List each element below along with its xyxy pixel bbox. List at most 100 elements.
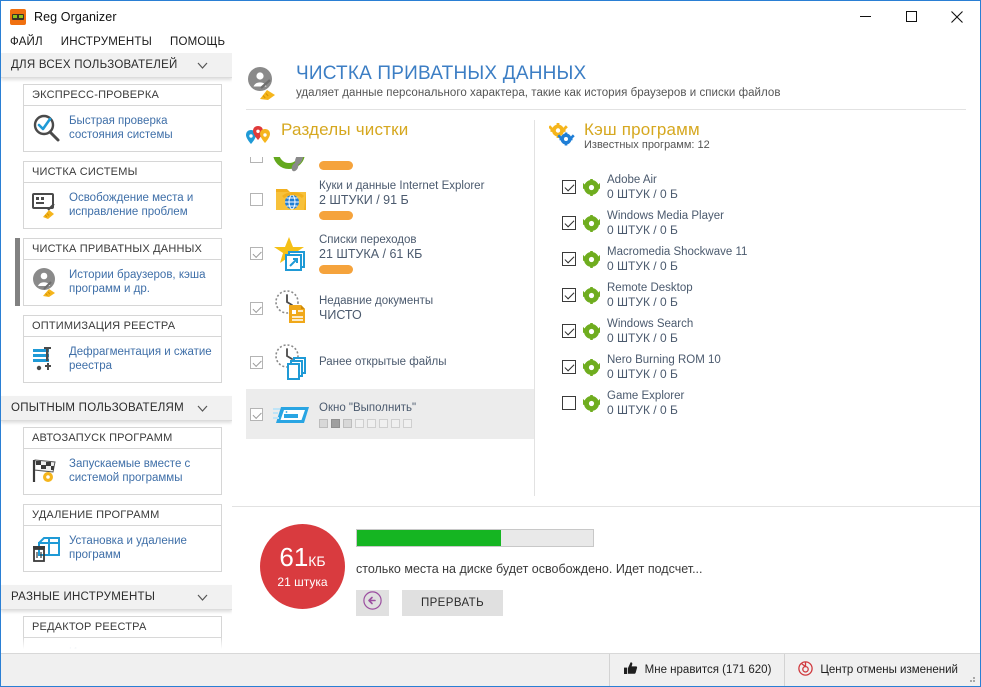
list-item[interactable]: Ранее открытые файлы [246,335,548,389]
cache-list[interactable]: Adobe Air 0 ШТУК / 0 Б Windows Media Pla… [549,169,980,509]
list-item-name: Adobe Air [607,173,657,186]
sidebar-item-express-check[interactable]: ЭКСПРЕСС-ПРОВЕРКА Быстрая проверка состо… [23,84,222,152]
menu-item-help[interactable]: ПОМОЩЬ [161,32,234,53]
list-item-name: Remote Desktop [607,281,693,294]
sidebar-item-title: РЕДАКТОР РЕЕСТРА [24,617,221,638]
abort-button[interactable]: ПРЕРВАТЬ [402,590,503,616]
checkbox[interactable] [562,180,576,194]
checkbox[interactable] [250,157,263,163]
list-item[interactable]: Game Explorer 0 ШТУК / 0 Б [562,385,980,421]
list-item[interactable]: Windows Search 0 ШТУК / 0 Б [562,313,980,349]
list-item[interactable]: Списки переходов 21 ШТУКА / 61 КБ [246,225,548,281]
sidebar-item-label: Быстрая проверка состояния системы [69,115,173,141]
sidebar-item-privacy-cleanup[interactable]: ЧИСТКА ПРИВАТНЫХ ДАННЫХ Истории браузеро… [15,238,222,306]
gear-green-icon [579,214,604,232]
list-item[interactable]: Недавние документы ЧИСТО [246,281,548,335]
list-item-name: Windows Media Player [607,209,724,222]
sidebar-item-label: Установка и удаление программ [69,535,187,561]
like-label: Мне нравится (171 620) [644,664,772,676]
run-dialog-icon [273,395,311,433]
checkbox[interactable] [250,192,263,206]
gears-icon [548,123,575,147]
checkbox[interactable] [562,288,576,302]
sidebar-fade [1,637,232,653]
checkbox[interactable] [562,216,576,230]
sidebar-item-autostart[interactable]: АВТОЗАПУСК ПРОГРАММ Запускаемые вместе с… [23,427,222,495]
cache-panel-header: Кэш программ Известных программ: 12 [548,120,980,151]
sidebar-item-uninstall-programs[interactable]: УДАЛЕНИЕ ПРОГРАММ Установка и удаление п… [23,504,222,572]
title-bar: Reg Organizer [1,1,980,32]
list-item[interactable]: 6 ШТУК / 464 КБ [246,157,548,173]
checkbox[interactable] [250,246,263,260]
magnifier-check-icon [31,113,61,143]
list-item[interactable]: Macromedia Shockwave 11 0 ШТУК / 0 Б [562,241,980,277]
sections-list[interactable]: 6 ШТУК / 464 КБ [246,157,548,502]
undo-center-button[interactable]: Центр отмены изменений [784,654,980,686]
sidebar-group-advanced-users[interactable]: ОПЫТНЫМ ПОЛЬЗОВАТЕЛЯМ [1,396,232,421]
list-item-name: Ранее открытые файлы [319,356,447,368]
list-item-name: Game Explorer [607,389,685,402]
gear-green-icon [579,286,604,304]
checkbox[interactable] [562,396,576,410]
busy-indicator [319,418,416,428]
sidebar-group-all-users[interactable]: ДЛЯ ВСЕХ ПОЛЬЗОВАТЕЛЕЙ [1,53,232,78]
undo-center-label: Центр отмены изменений [820,664,958,676]
freed-space-unit: КБ [308,553,326,569]
menu-bar: ФАЙЛ ИНСТРУМЕНТЫ ПОМОЩЬ [1,32,980,53]
gear-green-icon [579,178,604,196]
sidebar-item-registry-optimization[interactable]: ОПТИМИЗАЦИЯ РЕЕСТРА Дефрагментация и сжа… [23,315,222,383]
list-item[interactable]: Окно "Выполнить" [246,389,534,439]
menu-item-tools[interactable]: ИНСТРУМЕНТЫ [52,32,161,53]
list-item[interactable]: Adobe Air 0 ШТУК / 0 Б [562,169,980,205]
sidebar-group-label: РАЗНЫЕ ИНСТРУМЕНТЫ [11,591,156,603]
sidebar-item-system-cleanup[interactable]: ЧИСТКА СИСТЕМЫ Освобождение места и испр… [23,161,222,229]
list-item[interactable]: Remote Desktop 0 ШТУК / 0 Б [562,277,980,313]
list-item[interactable]: Nero Burning ROM 10 0 ШТУК / 0 Б [562,349,980,385]
app-window: Reg Organizer ФАЙЛ ИНСТРУМЕНТЫ ПОМОЩЬ ДЛ… [0,0,981,687]
checkbox[interactable] [562,360,576,374]
gear-green-icon [579,250,604,268]
list-item-meta: 21 ШТУКА / 61 КБ [319,246,423,261]
sidebar-group-body-advanced: АВТОЗАПУСК ПРОГРАММ Запускаемые вместе с… [1,421,232,585]
like-button[interactable]: Мне нравится (171 620) [608,654,785,686]
list-item-meta: 6 ШТУК / 464 КБ [319,157,414,158]
checkbox[interactable] [250,301,263,315]
sidebar-group-misc-tools[interactable]: РАЗНЫЕ ИНСТРУМЕНТЫ [1,585,232,610]
maximize-icon[interactable] [888,1,934,32]
list-item-meta: 2 ШТУКИ / 91 Б [319,192,409,207]
ie-folder-icon [273,180,311,218]
sidebar-item-label: Освобождение места и исправление проблем [69,192,194,218]
list-item[interactable]: Windows Media Player 0 ШТУК / 0 Б [562,205,980,241]
gear-green-icon [579,322,604,340]
status-pill [319,160,353,170]
list-item-meta: 0 ШТУК / 0 Б [607,366,678,381]
back-button[interactable] [356,590,389,616]
checkbox[interactable] [250,407,263,421]
menu-item-file[interactable]: ФАЙЛ [1,32,52,53]
checkbox[interactable] [562,324,576,338]
checkbox[interactable] [250,355,263,369]
map-pins-icon [246,123,272,147]
panels: Разделы чистки Куки и данные Internet Ex… [232,110,980,502]
status-bar: Мне нравится (171 620) Центр отмены изме… [1,653,980,686]
status-pill [319,264,353,274]
list-item-meta: 0 ШТУК / 0 Б [607,222,678,237]
undo-center-icon [798,661,814,679]
status-bar-filler [1,654,609,686]
action-bar: 61КБ 21 штука столько места на диске буд… [232,506,980,653]
checkbox[interactable] [562,252,576,266]
list-item-name: Недавние документы [319,294,434,307]
list-item[interactable]: Куки и данные Internet Explorer 2 ШТУКИ … [246,173,548,225]
cache-panel-subtitle: Известных программ: 12 [584,139,710,151]
monitor-broom-icon [31,190,61,220]
sidebar-item-title: ЧИСТКА ПРИВАТНЫХ ДАННЫХ [24,239,221,260]
close-icon[interactable] [934,1,980,32]
sections-panel-title: Разделы чистки [281,120,409,139]
chevron-down-icon [197,403,208,414]
sidebar: ДЛЯ ВСЕХ ПОЛЬЗОВАТЕЛЕЙ ЭКСПРЕСС-ПРОВЕРКА [1,53,232,653]
sidebar-group-body-all-users: ЭКСПРЕСС-ПРОВЕРКА Быстрая проверка состо… [1,78,232,396]
chrome-broom-icon [273,157,311,175]
resize-grip[interactable] [966,673,976,683]
minimize-icon[interactable] [842,1,888,32]
list-item-name: Куки и данные Internet Explorer [319,179,485,192]
